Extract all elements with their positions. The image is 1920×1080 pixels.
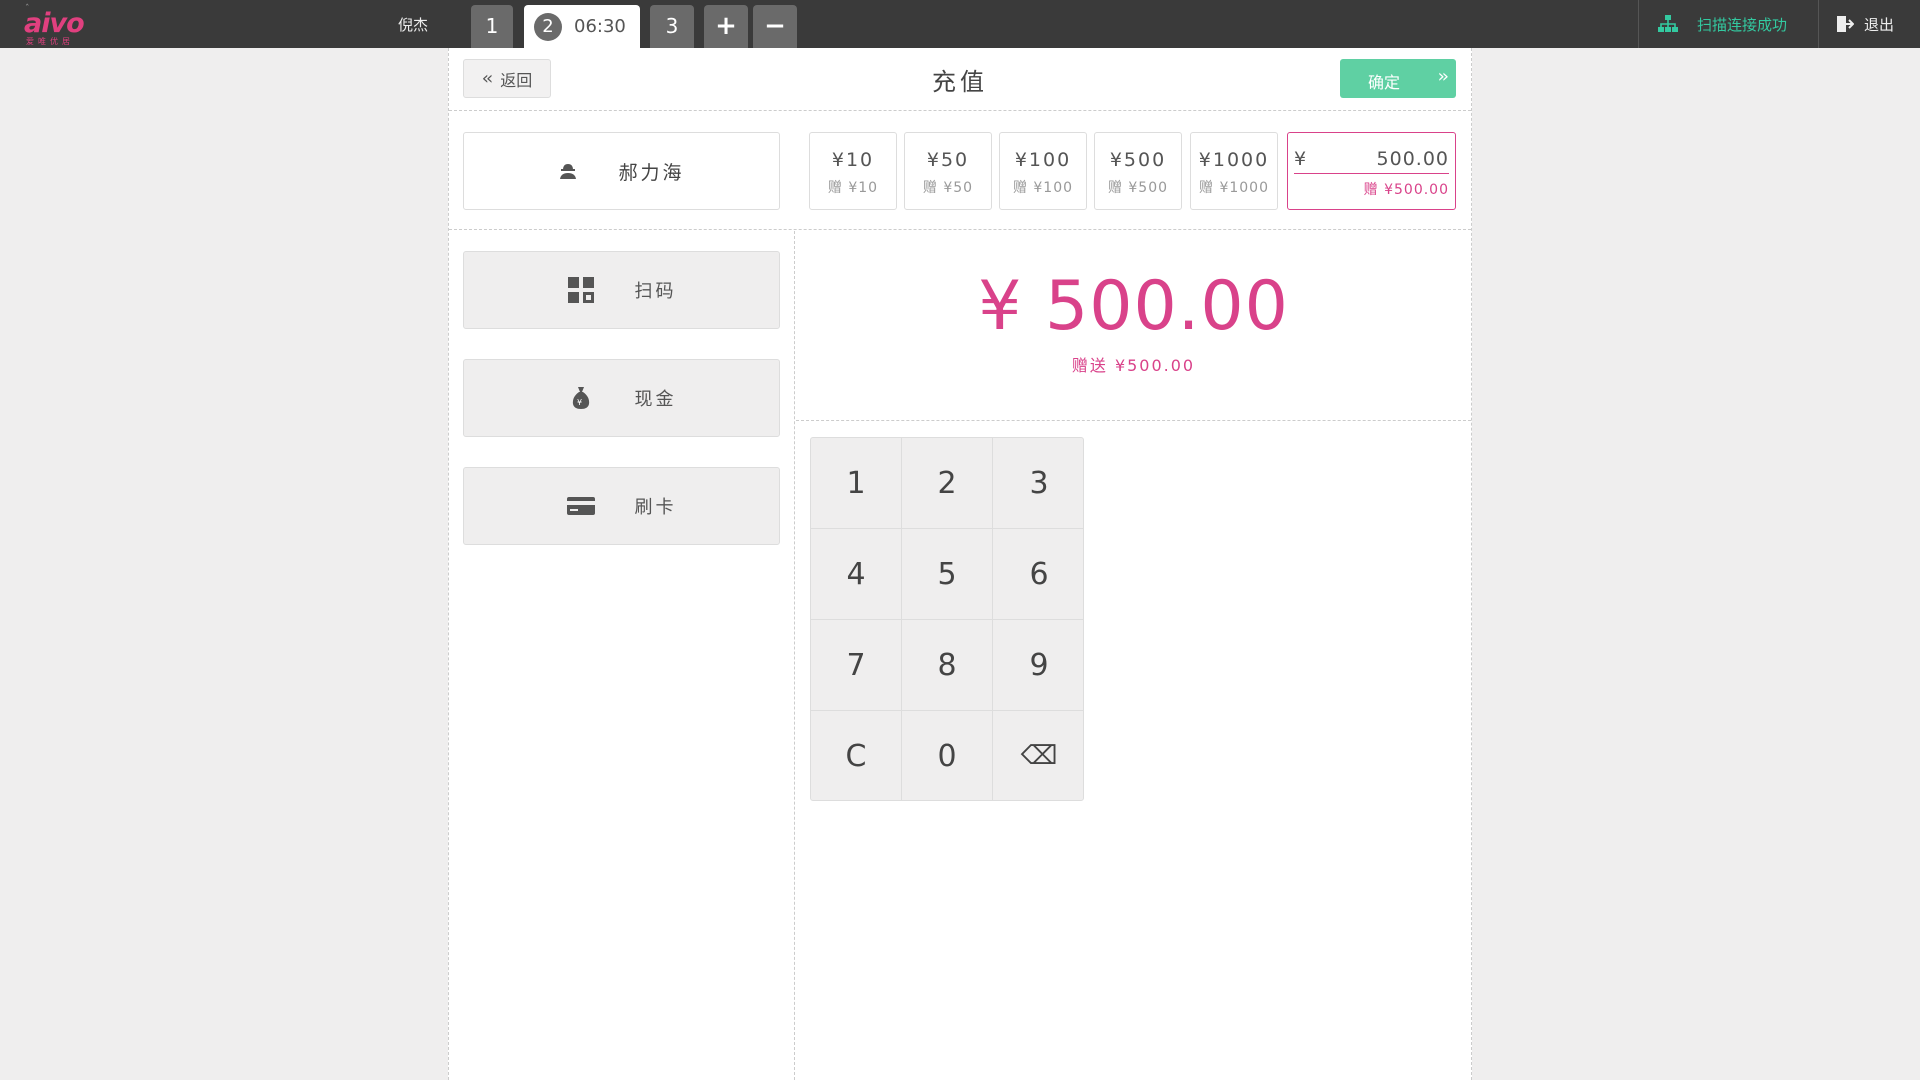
member-card[interactable]: 郝力海 xyxy=(463,132,780,210)
numeric-keypad: 1 2 3 4 5 6 7 8 9 C 0 ⌫ xyxy=(810,437,1084,801)
connection-status-text: 扫描连接成功 xyxy=(1697,15,1788,34)
plus-icon: + xyxy=(715,11,737,41)
amount-value: ¥50 xyxy=(926,149,970,171)
svg-text:¥: ¥ xyxy=(576,398,584,407)
total-amount: ¥ 500.00 xyxy=(978,267,1289,346)
custom-amount-input[interactable]: ¥ 500.00 xyxy=(1294,148,1449,174)
order-tab-3[interactable]: 3 xyxy=(650,5,694,48)
scanner-connection-status[interactable]: 扫描连接成功 xyxy=(1657,0,1787,48)
top-bar: ˆ aivo 爱唯优居 倪杰 1 2 06:30 3 + − 扫描连接成功 退出 xyxy=(0,0,1920,48)
member-name: 郝力海 xyxy=(618,161,685,184)
backspace-icon[interactable]: ⌫ xyxy=(993,711,1083,800)
amount-gift: 赠 ¥50 xyxy=(922,180,974,196)
payment-methods: 扫码 ¥ 现金 刷卡 xyxy=(449,231,795,1080)
order-tab-2[interactable]: 2 06:30 xyxy=(524,5,640,48)
custom-amount-card[interactable]: ¥ 500.00 赠 ¥500.00 xyxy=(1287,132,1456,210)
custom-amount-value: 500.00 xyxy=(1376,148,1449,170)
credit-card-icon xyxy=(566,492,595,520)
money-bag-icon: ¥ xyxy=(567,384,595,412)
gift-amount: 赠送 ¥500.00 xyxy=(1071,356,1196,375)
key-1[interactable]: 1 xyxy=(811,438,902,529)
currency-symbol: ¥ xyxy=(1294,148,1307,170)
network-icon xyxy=(1658,15,1678,32)
logo-wordmark: aivo xyxy=(24,8,85,39)
amount-gift: 赠 ¥1000 xyxy=(1199,180,1269,196)
qr-code-icon xyxy=(567,276,595,304)
key-2[interactable]: 2 xyxy=(902,438,993,529)
amount-value: ¥100 xyxy=(1014,149,1072,171)
amount-gift: 赠 ¥500 xyxy=(1107,180,1169,196)
double-chevron-right-icon: ›› xyxy=(1437,66,1450,87)
custom-amount-gift: 赠 ¥500.00 xyxy=(1363,182,1449,198)
amount-value: ¥1000 xyxy=(1198,149,1270,171)
amount-option-100[interactable]: ¥100 赠 ¥100 xyxy=(999,132,1087,210)
key-6[interactable]: 6 xyxy=(993,529,1083,620)
amount-display: ¥ 500.00 赠送 ¥500.00 xyxy=(796,231,1471,421)
key-4[interactable]: 4 xyxy=(811,529,902,620)
logout-button[interactable]: 退出 xyxy=(1836,0,1894,48)
aivo-logo: ˆ aivo 爱唯优居 xyxy=(24,4,85,46)
amount-option-500[interactable]: ¥500 赠 ¥500 xyxy=(1094,132,1182,210)
key-5[interactable]: 5 xyxy=(902,529,993,620)
panel-header: ‹‹ 返回 充值 确定 ›› xyxy=(449,48,1471,111)
payment-label: 扫码 xyxy=(634,281,677,302)
amount-option-1000[interactable]: ¥1000 赠 ¥1000 xyxy=(1190,132,1278,210)
recharge-panel: ‹‹ 返回 充值 确定 ›› 郝力海 ¥10 赠 ¥10 ¥50 赠 ¥50 ¥… xyxy=(448,48,1472,1080)
page-title: 充值 xyxy=(932,68,988,96)
scan-code-payment-button[interactable]: 扫码 xyxy=(463,251,780,329)
divider xyxy=(1818,0,1819,48)
card-payment-button[interactable]: 刷卡 xyxy=(463,467,780,545)
confirm-label: 确定 xyxy=(1368,73,1401,92)
key-8[interactable]: 8 xyxy=(902,620,993,711)
user-icon xyxy=(560,164,577,179)
divider xyxy=(1638,0,1639,48)
logout-label: 退出 xyxy=(1864,15,1895,34)
amount-option-50[interactable]: ¥50 赠 ¥50 xyxy=(904,132,992,210)
tab-timer: 06:30 xyxy=(574,16,626,37)
payment-label: 现金 xyxy=(634,389,677,410)
logo-subtitle: 爱唯优居 xyxy=(26,37,74,46)
order-tab-1[interactable]: 1 xyxy=(471,5,513,48)
key-7[interactable]: 7 xyxy=(811,620,902,711)
amount-value: ¥10 xyxy=(831,149,875,171)
amount-option-10[interactable]: ¥10 赠 ¥10 xyxy=(809,132,897,210)
key-clear[interactable]: C xyxy=(811,711,902,800)
amount-value: ¥500 xyxy=(1109,149,1167,171)
payment-label: 刷卡 xyxy=(634,497,677,518)
key-0[interactable]: 0 xyxy=(902,711,993,800)
amount-gift: 赠 ¥100 xyxy=(1012,180,1074,196)
amount-gift: 赠 ¥10 xyxy=(827,180,879,196)
key-9[interactable]: 9 xyxy=(993,620,1083,711)
remove-tab-button[interactable]: − xyxy=(753,5,797,48)
logout-icon xyxy=(1837,16,1854,32)
key-3[interactable]: 3 xyxy=(993,438,1083,529)
confirm-button[interactable]: 确定 ›› xyxy=(1340,59,1456,98)
member-and-amount-row: 郝力海 ¥10 赠 ¥10 ¥50 赠 ¥50 ¥100 赠 ¥100 ¥500… xyxy=(449,112,1471,230)
user-name: 倪杰 xyxy=(398,16,429,34)
add-tab-button[interactable]: + xyxy=(704,5,748,48)
cash-payment-button[interactable]: ¥ 现金 xyxy=(463,359,780,437)
tab-number-badge: 2 xyxy=(534,13,562,41)
minus-icon: − xyxy=(764,11,786,41)
